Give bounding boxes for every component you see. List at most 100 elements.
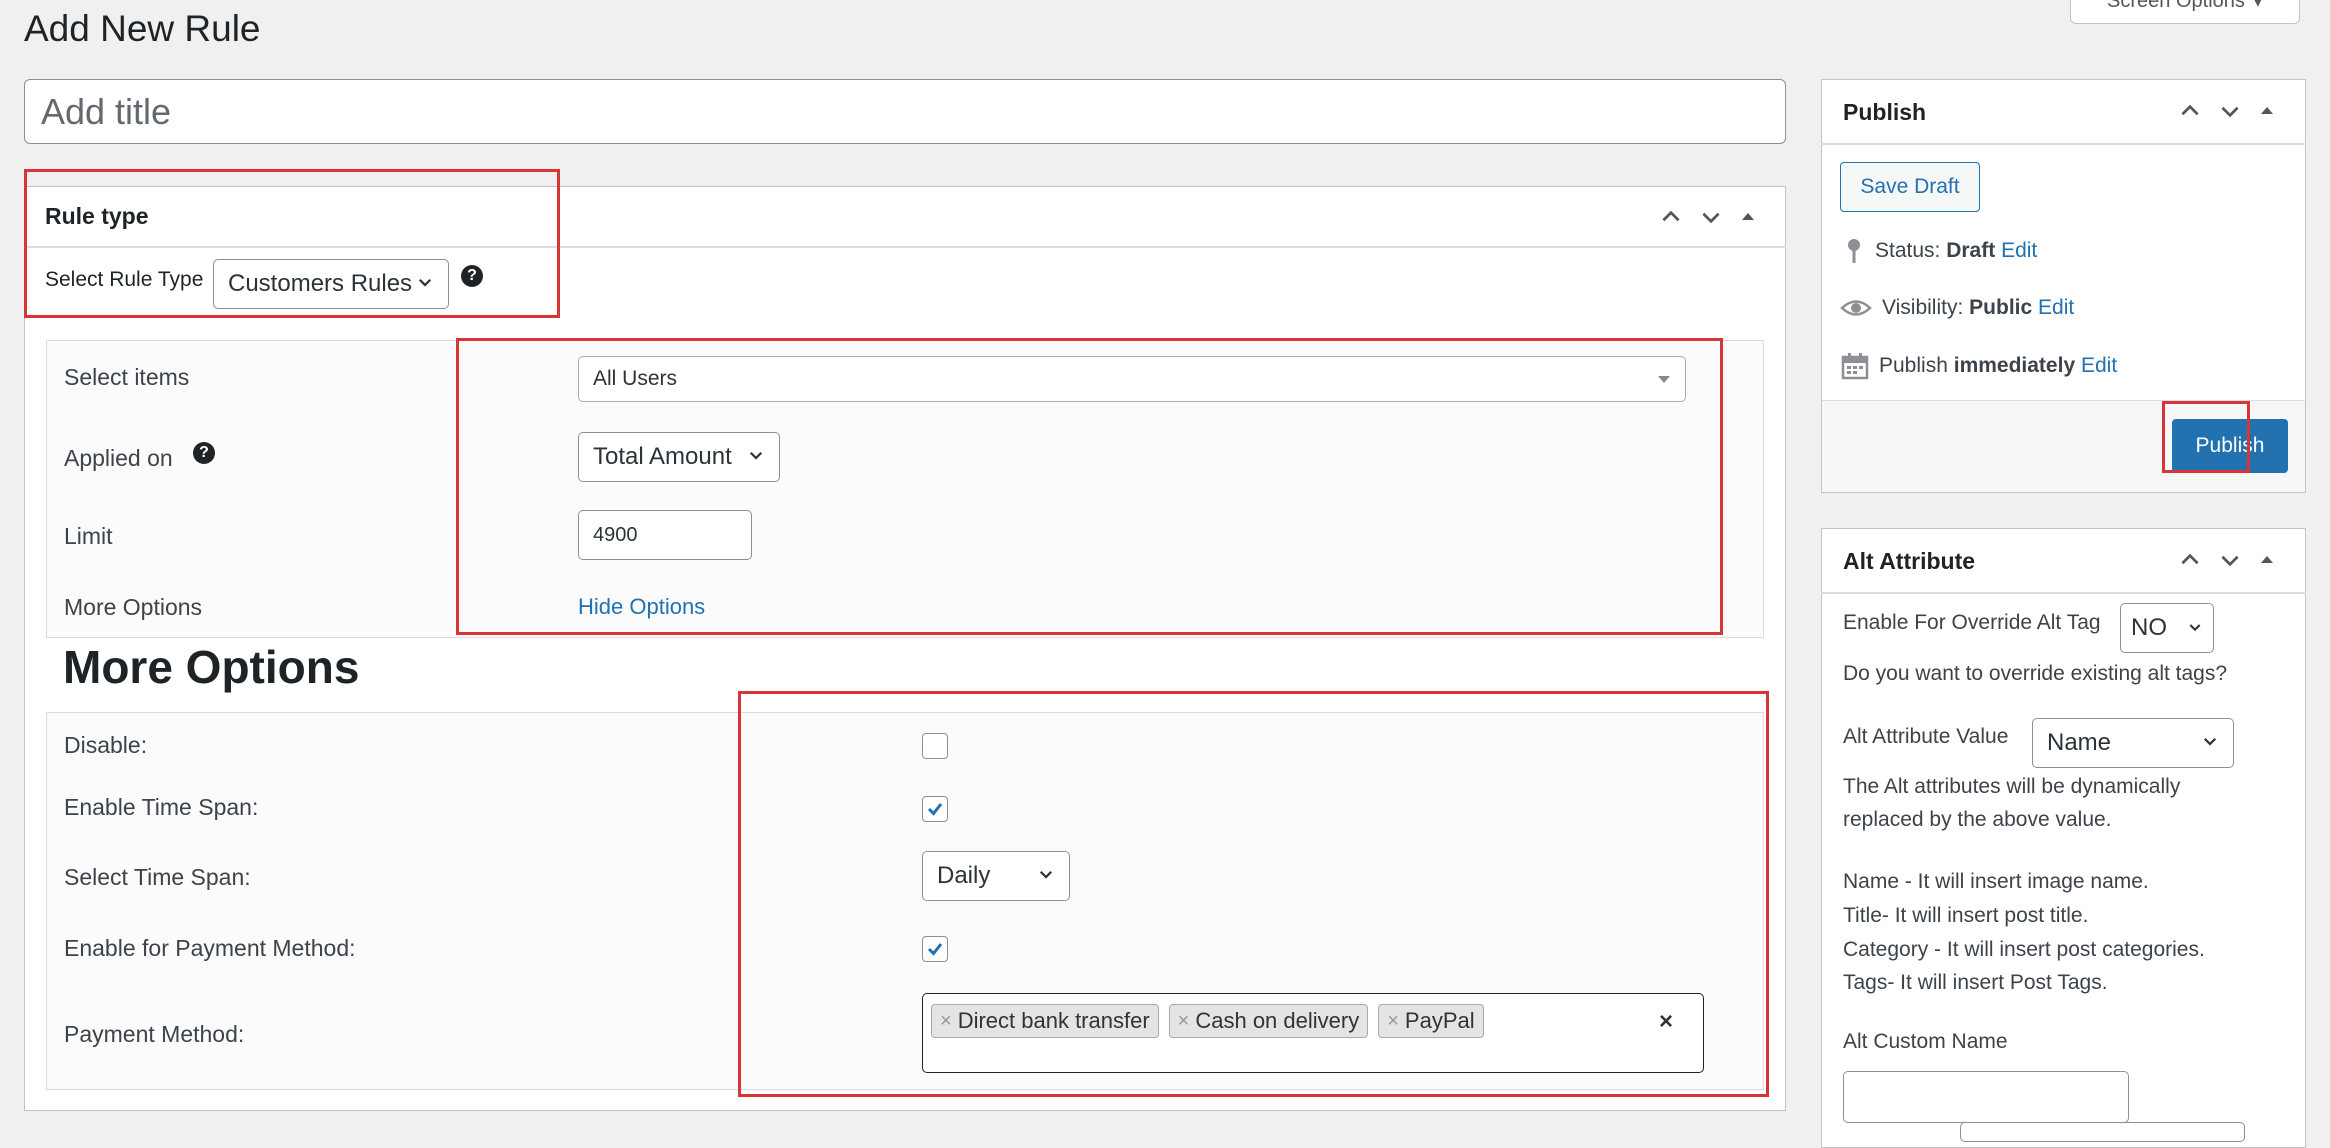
triangle-down-icon: ▾ (2252, 0, 2263, 12)
triangle-up-icon[interactable] (1738, 207, 1758, 227)
alt-desc-line2: replaced by the above value. (1843, 808, 2112, 831)
time-span-value: Daily (937, 862, 991, 889)
payment-tag[interactable]: × PayPal (1378, 1004, 1484, 1038)
visibility-value: Public (1969, 296, 2033, 319)
alt-value-label: Alt Attribute Value (1843, 725, 2009, 748)
divider (24, 246, 1786, 248)
select-items-dropdown[interactable]: All Users (578, 356, 1686, 402)
page-title: Add New Rule (24, 8, 261, 49)
chevron-down-icon[interactable] (1698, 204, 1724, 230)
chevron-down-icon[interactable] (2217, 547, 2243, 573)
publish-time-edit-link[interactable]: Edit (2081, 354, 2117, 377)
status-row: Status: Draft Edit (1843, 237, 2037, 265)
tag-remove-icon[interactable]: × (1178, 1010, 1190, 1033)
override-select-value: NO (2131, 614, 2167, 641)
applied-on-value: Total Amount (593, 443, 732, 470)
help-name: Name - It will insert image name. (1843, 870, 2149, 893)
alt-value-select[interactable]: Name (2032, 718, 2234, 768)
alt-attribute-title: Alt Attribute (1843, 548, 1976, 574)
alt-value-select-value: Name (2047, 729, 2112, 756)
help-category: Category - It will insert post categorie… (1843, 938, 2205, 961)
payment-tag-label: Cash on delivery (1195, 1008, 1360, 1033)
custom-name-extra-field[interactable] (1960, 1122, 2245, 1142)
alt-desc-line1: The Alt attributes will be dynamically (1843, 775, 2181, 798)
checkmark-icon (927, 943, 943, 956)
triangle-down-icon (1657, 367, 1671, 391)
divider (1821, 592, 2306, 594)
hide-options-link[interactable]: Hide Options (578, 594, 705, 620)
status-label: Status: (1875, 239, 1941, 262)
disable-label: Disable: (64, 732, 148, 758)
checkmark-icon (927, 803, 943, 816)
help-title: Title- It will insert post title. (1843, 904, 2089, 927)
screen-options-label: Screen Options (2107, 0, 2245, 12)
calendar-icon (1841, 353, 1869, 380)
chevron-up-icon[interactable] (2177, 98, 2203, 124)
custom-name-input[interactable] (1843, 1071, 2129, 1123)
triangle-up-icon[interactable] (2257, 550, 2277, 570)
divider (1821, 143, 2306, 145)
tag-remove-icon[interactable]: × (1387, 1010, 1399, 1033)
screen-options-button[interactable]: Screen Options ▾ (2070, 0, 2300, 24)
time-span-select[interactable]: Daily (922, 851, 1070, 901)
rule-type-handle-buttons (1658, 204, 1758, 230)
chevron-down-icon (1037, 862, 1055, 890)
override-label: Enable For Override Alt Tag (1843, 611, 2101, 634)
publish-time-value: immediately (1953, 354, 2076, 377)
applied-on-label: Applied on (64, 445, 173, 471)
rule-type-select[interactable]: Customers Rules (213, 259, 449, 309)
select-items-label: Select items (64, 364, 190, 390)
status-edit-link[interactable]: Edit (2001, 239, 2037, 262)
triangle-up-icon[interactable] (2257, 101, 2277, 121)
applied-on-select[interactable]: Total Amount (578, 432, 780, 482)
payment-tag-label: Direct bank transfer (957, 1008, 1150, 1033)
visibility-row: Visibility: Public Edit (1840, 296, 2074, 320)
limit-value: 4900 (593, 523, 638, 546)
time-span-checkbox[interactable] (922, 796, 948, 822)
chevron-down-icon (2201, 729, 2219, 757)
publish-button[interactable]: Publish (2172, 419, 2288, 473)
select-rule-type-label: Select Rule Type (45, 268, 204, 291)
chevron-up-icon[interactable] (2177, 547, 2203, 573)
chevron-down-icon (416, 270, 434, 298)
publish-title: Publish (1843, 99, 1927, 125)
visibility-label: Visibility: (1882, 296, 1964, 319)
payment-enable-label: Enable for Payment Method: (64, 935, 356, 961)
publish-handle-buttons (2177, 98, 2277, 124)
title-input[interactable] (24, 79, 1786, 144)
help-tags: Tags- It will insert Post Tags. (1843, 971, 2108, 994)
select-items-value: All Users (593, 367, 678, 390)
help-icon[interactable]: ? (193, 442, 215, 464)
tag-remove-icon[interactable]: × (940, 1010, 952, 1033)
rule-type-title: Rule type (45, 203, 149, 229)
select-time-span-label: Select Time Span: (64, 864, 251, 890)
chevron-down-icon[interactable] (2217, 98, 2243, 124)
eye-icon (1840, 300, 1872, 316)
chevron-down-icon (2187, 614, 2203, 642)
visibility-edit-link[interactable]: Edit (2038, 296, 2074, 319)
payment-tags: × Direct bank transfer × Cash on deliver… (931, 1004, 1484, 1038)
payment-enable-checkbox[interactable] (922, 936, 948, 962)
disable-checkbox[interactable] (922, 733, 948, 759)
save-draft-button[interactable]: Save Draft (1840, 162, 1980, 212)
clear-all-icon[interactable]: × (1659, 1008, 1673, 1036)
payment-tag[interactable]: × Direct bank transfer (931, 1004, 1159, 1038)
rule-type-select-value: Customers Rules (228, 270, 413, 297)
more-options-label: More Options (64, 594, 203, 620)
help-icon[interactable]: ? (461, 265, 483, 287)
override-select[interactable]: NO (2120, 603, 2214, 653)
status-value: Draft (1946, 239, 1996, 262)
payment-tag[interactable]: × Cash on delivery (1168, 1004, 1369, 1038)
payment-method-label: Payment Method: (64, 1021, 245, 1047)
chevron-up-icon[interactable] (1658, 204, 1684, 230)
chevron-down-icon (747, 443, 765, 471)
alt-attribute-handle-buttons (2177, 547, 2277, 573)
custom-name-label: Alt Custom Name (1843, 1030, 2008, 1053)
time-span-label: Enable Time Span: (64, 794, 259, 820)
payment-tag-label: PayPal (1404, 1008, 1475, 1033)
pin-icon (1848, 239, 1860, 263)
limit-input[interactable]: 4900 (578, 510, 752, 560)
limit-label: Limit (64, 523, 113, 549)
publish-time-row: Publish immediately Edit (1841, 352, 2117, 380)
override-question: Do you want to override existing alt tag… (1843, 662, 2228, 685)
